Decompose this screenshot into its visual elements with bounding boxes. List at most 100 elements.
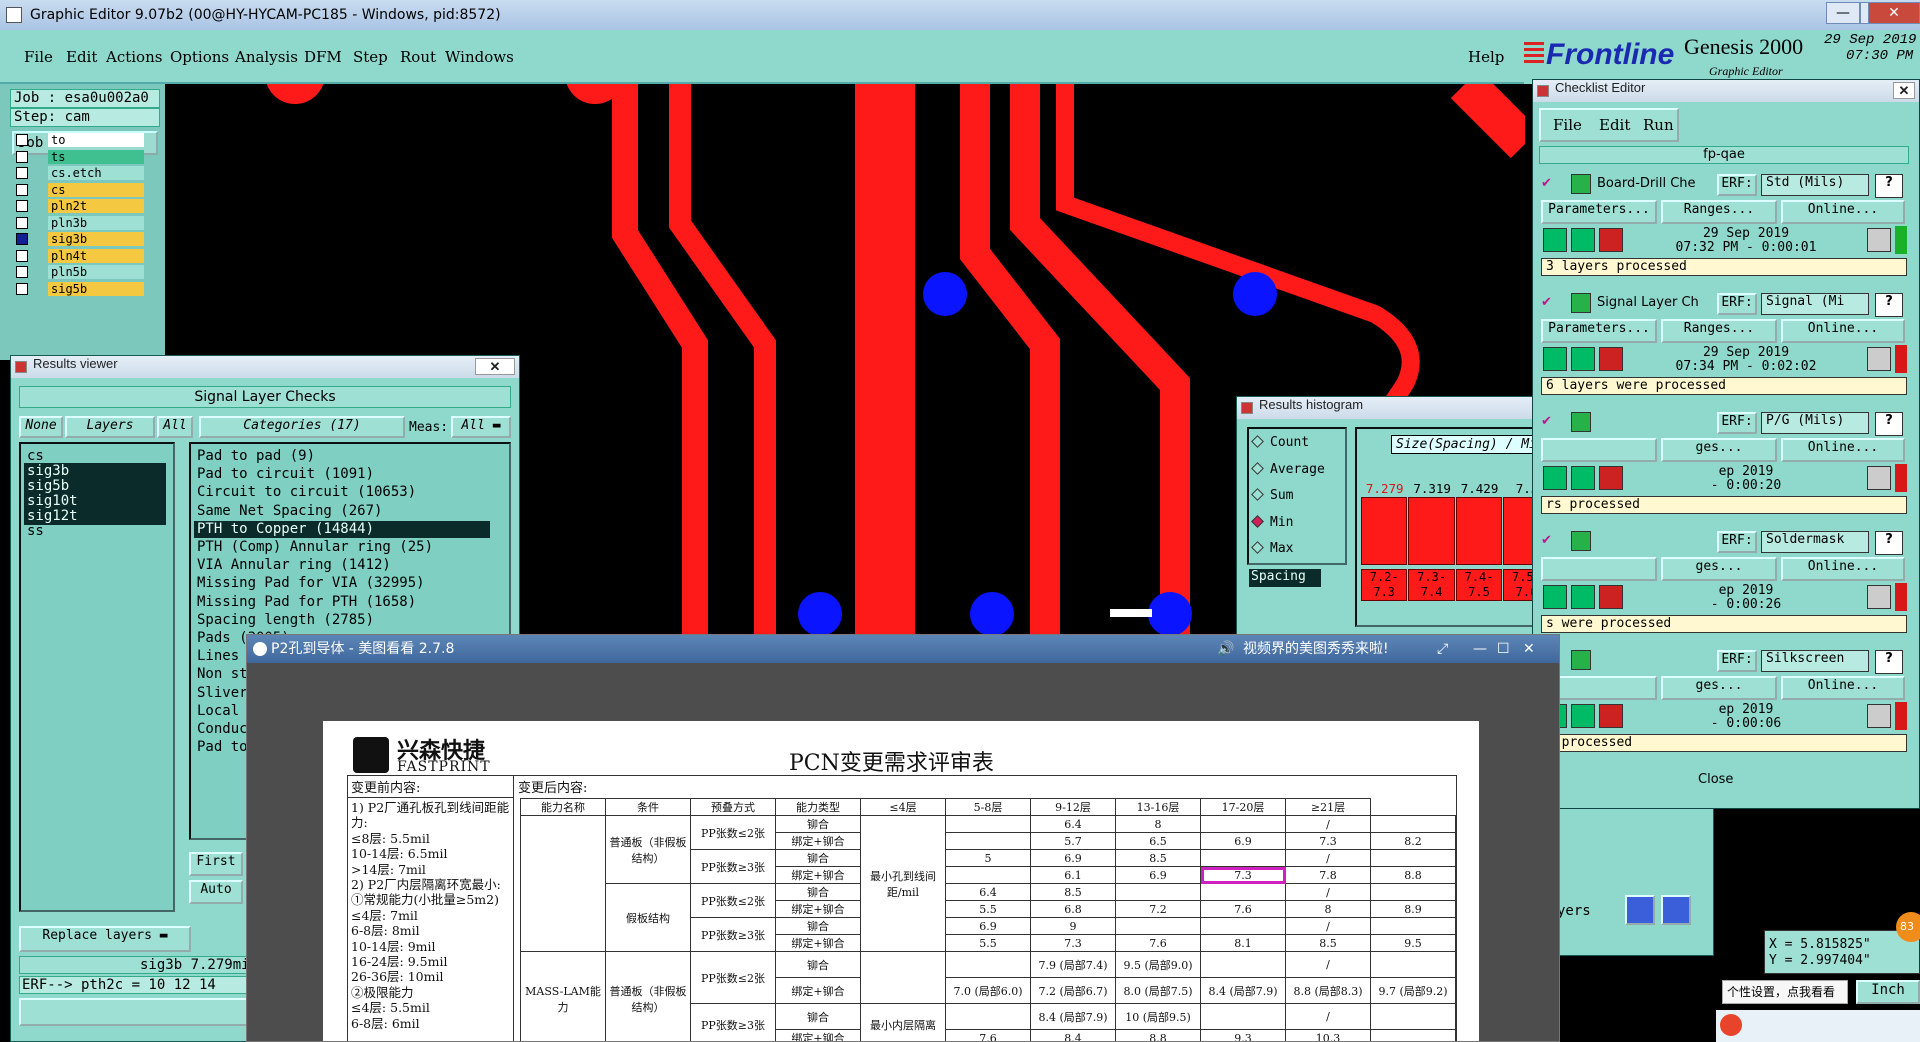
categories-button[interactable]: Categories (17)	[199, 416, 405, 438]
checklist-menu-file[interactable]: File	[1553, 116, 1582, 134]
parameters-button[interactable]: Parameters...	[1541, 319, 1657, 343]
histogram-bar[interactable]	[1455, 497, 1503, 565]
category-item[interactable]: Missing Pad for PTH (1658)	[194, 594, 490, 611]
layer-row[interactable]: cs	[14, 182, 160, 197]
run-icon[interactable]	[1543, 585, 1567, 609]
layer-row[interactable]: to	[14, 133, 160, 147]
viewer-fullscreen-icon[interactable]: ⤢	[1437, 635, 1448, 663]
histogram-bar[interactable]	[1408, 497, 1455, 565]
layer-checkbox[interactable]	[16, 183, 28, 196]
category-item[interactable]: PTH (Comp) Annular ring (25)	[194, 539, 490, 556]
layer-name[interactable]: pln4t	[48, 248, 144, 263]
radio-diamond-icon[interactable]	[1251, 514, 1264, 528]
histogram-option[interactable]: Sum	[1251, 488, 1293, 503]
histogram-bin[interactable]: 7.4- 7.5	[1455, 569, 1503, 601]
layer-row[interactable]: sig3b	[14, 232, 160, 246]
erf-button[interactable]: ERF:	[1717, 293, 1757, 315]
check-name[interactable]: Signal Layer Ch	[1597, 295, 1699, 310]
zoom-icon[interactable]	[1867, 704, 1891, 728]
zoom-icon[interactable]	[1867, 228, 1891, 252]
histogram-bin[interactable]: 7.3- 7.4	[1408, 569, 1455, 601]
viewer-maximize-icon[interactable]: ☐	[1497, 635, 1510, 663]
menu-actions[interactable]: Actions	[106, 48, 162, 66]
ranges-button[interactable]: ges...	[1661, 438, 1777, 462]
layer-name[interactable]: sig5b	[48, 281, 144, 296]
radio-diamond-icon[interactable]	[1251, 461, 1264, 475]
histogram-export-icon[interactable]	[1661, 895, 1691, 925]
help-icon[interactable]: ?	[1875, 650, 1903, 674]
radio-diamond-icon[interactable]	[1251, 541, 1264, 554]
help-icon[interactable]: ?	[1875, 174, 1903, 198]
parameters-button[interactable]	[1541, 438, 1657, 462]
close-window-button[interactable]: ✕	[1868, 2, 1920, 24]
layer-name[interactable]: cs	[48, 182, 144, 197]
online-button[interactable]: Online...	[1781, 200, 1905, 224]
erf-value[interactable]: Std (Mils)	[1761, 174, 1869, 196]
layer-name[interactable]: pln3b	[48, 215, 144, 230]
layer-checkbox[interactable]	[16, 167, 28, 179]
close-icon[interactable]: ✕	[475, 358, 515, 375]
layer-row[interactable]: pln4t	[14, 248, 160, 263]
layer-checkbox[interactable]	[16, 266, 28, 278]
personalize-tip[interactable]: 个性设置，点我看看	[1722, 980, 1848, 1004]
tab-none[interactable]: None	[19, 416, 63, 438]
check-mark-icon[interactable]: ✔	[1541, 414, 1552, 429]
layer-checkbox[interactable]	[16, 233, 28, 245]
erf-button[interactable]: ERF:	[1717, 650, 1757, 672]
run-all-icon[interactable]	[1571, 466, 1595, 490]
checklist-menu-run[interactable]: Run	[1643, 116, 1674, 134]
help-icon[interactable]: ?	[1875, 293, 1903, 317]
parameters-button[interactable]: Parameters...	[1541, 200, 1657, 224]
category-item[interactable]: Spacing length (2785)	[194, 612, 490, 629]
run-all-icon[interactable]	[1571, 704, 1595, 728]
menu-windows[interactable]: Windows	[445, 48, 514, 66]
category-item[interactable]: Pad to circuit (1091)	[194, 466, 490, 483]
erf-value[interactable]: P/G (Mils)	[1761, 412, 1869, 434]
run-all-icon[interactable]	[1571, 585, 1595, 609]
check-mark-icon[interactable]: ✔	[1541, 295, 1552, 310]
run-icon[interactable]	[1543, 466, 1567, 490]
layer-name[interactable]: pln2t	[48, 199, 144, 213]
ranges-button[interactable]: ges...	[1661, 557, 1777, 581]
menu-edit[interactable]: Edit	[66, 48, 97, 66]
stop-icon[interactable]	[1599, 585, 1623, 609]
category-item[interactable]: Same Net Spacing (267)	[194, 503, 490, 520]
spacing-list-item[interactable]: Spacing	[1249, 569, 1321, 587]
menu-step[interactable]: Step	[353, 48, 388, 66]
units-button[interactable]: Inch	[1856, 980, 1920, 1004]
layer-checkbox[interactable]	[16, 282, 28, 295]
erf-button[interactable]: ERF:	[1717, 412, 1757, 434]
check-mark-icon[interactable]: ✔	[1541, 533, 1552, 548]
category-item[interactable]: Pad to pad (9)	[194, 448, 490, 465]
help-icon[interactable]: ?	[1875, 531, 1903, 555]
menu-analysis[interactable]: Analysis	[235, 48, 298, 66]
run-icon[interactable]	[1543, 347, 1567, 371]
layer-row[interactable]: ts	[14, 149, 160, 164]
run-all-icon[interactable]	[1571, 228, 1595, 252]
menu-options[interactable]: Options	[170, 48, 229, 66]
layer-checkbox[interactable]	[16, 200, 28, 212]
result-layer-item[interactable]: ss	[24, 523, 166, 540]
meas-dropdown[interactable]: All ▬	[451, 416, 511, 438]
layer-checkbox[interactable]	[16, 150, 28, 163]
viewer-close-icon[interactable]: ✕	[1523, 635, 1535, 663]
checklist-close-icon[interactable]: ✕	[1893, 82, 1915, 99]
layer-row[interactable]: sig5b	[14, 281, 160, 296]
layer-row[interactable]: cs.etch	[14, 166, 160, 180]
online-button[interactable]: Online...	[1781, 438, 1905, 462]
histogram-option[interactable]: Min	[1251, 514, 1293, 530]
replace-layers-button[interactable]: Replace layers ▬	[19, 926, 191, 952]
category-item[interactable]: PTH to Copper (14844)	[194, 520, 490, 538]
run-icon[interactable]	[1543, 228, 1567, 252]
viewer-minimize-icon[interactable]: —	[1473, 635, 1487, 663]
histogram-option[interactable]: Max	[1251, 541, 1293, 556]
minimize-button[interactable]: —	[1826, 2, 1860, 24]
checklist-close[interactable]: Close	[1698, 772, 1733, 787]
menu-dfm[interactable]: DFM	[304, 48, 342, 66]
first-button[interactable]: First	[189, 852, 243, 876]
radio-diamond-icon[interactable]	[1251, 435, 1264, 448]
tab-all[interactable]: All	[157, 416, 193, 438]
ranges-button[interactable]: Ranges...	[1661, 200, 1777, 224]
online-button[interactable]: Online...	[1781, 319, 1905, 343]
ranges-button[interactable]: Ranges...	[1661, 319, 1777, 343]
